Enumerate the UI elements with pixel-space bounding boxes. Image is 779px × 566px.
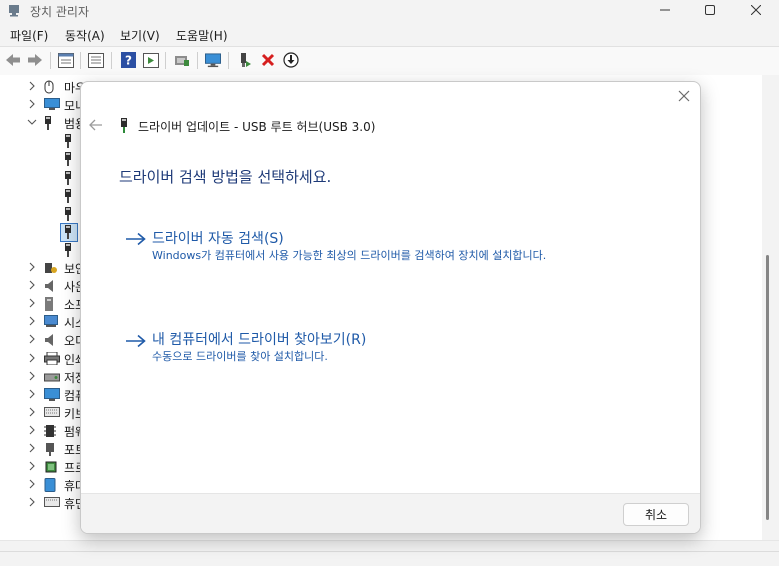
dialog-footer: 취소 bbox=[81, 493, 700, 533]
device-manager-app-icon bbox=[8, 4, 20, 17]
chevron-right-icon[interactable] bbox=[27, 352, 37, 364]
chevron-right-icon[interactable] bbox=[27, 370, 37, 382]
port-icon bbox=[44, 442, 58, 456]
list-view-icon[interactable] bbox=[88, 52, 104, 68]
arrow-right-icon bbox=[125, 334, 147, 348]
hid-icon bbox=[44, 496, 60, 510]
enable-device-icon[interactable] bbox=[237, 52, 253, 68]
usb-icon bbox=[64, 224, 74, 239]
close-icon bbox=[678, 90, 690, 102]
chevron-right-icon[interactable] bbox=[27, 333, 37, 345]
close-window-button[interactable] bbox=[733, 0, 779, 20]
chevron-right-icon[interactable] bbox=[27, 297, 37, 309]
storage-icon bbox=[44, 370, 60, 384]
help-icon[interactable]: ? bbox=[120, 52, 136, 68]
system-icon bbox=[44, 315, 58, 329]
menu-view[interactable]: 보기(V) bbox=[120, 27, 160, 44]
title-bar: 장치 관리자 bbox=[0, 0, 779, 22]
usb-icon bbox=[64, 134, 74, 149]
chevron-right-icon[interactable] bbox=[27, 261, 37, 273]
scan-hardware-icon[interactable] bbox=[174, 52, 190, 68]
forward-icon[interactable] bbox=[27, 52, 43, 68]
audio-icon bbox=[44, 333, 58, 347]
option-auto-search-description: Windows가 컴퓨터에서 사용 가능한 최상의 드라이버를 검색하여 장치에… bbox=[152, 249, 547, 262]
usb-icon bbox=[64, 188, 74, 203]
keyboard-icon bbox=[44, 406, 60, 420]
portable-icon bbox=[44, 478, 58, 493]
scrollbar-thumb[interactable] bbox=[766, 255, 769, 520]
usb-icon bbox=[64, 152, 74, 167]
chevron-right-icon[interactable] bbox=[27, 460, 37, 472]
properties-icon[interactable] bbox=[58, 52, 74, 68]
option-browse-description: 수동으로 드라이버를 찾아 설치합니다. bbox=[152, 350, 328, 363]
menu-action[interactable]: 동작(A) bbox=[65, 27, 105, 44]
chevron-right-icon[interactable] bbox=[27, 442, 37, 454]
toolbar-separator bbox=[50, 52, 51, 69]
usb-icon bbox=[64, 206, 74, 221]
usb-icon bbox=[44, 116, 58, 131]
chevron-right-icon[interactable] bbox=[27, 424, 37, 436]
maximize-button[interactable] bbox=[687, 0, 733, 20]
monitor-icon bbox=[44, 98, 60, 112]
software-icon bbox=[44, 297, 58, 312]
back-icon[interactable] bbox=[5, 52, 21, 68]
minimize-icon bbox=[660, 9, 670, 11]
chevron-right-icon[interactable] bbox=[27, 496, 37, 508]
toolbar-separator bbox=[111, 52, 112, 69]
menu-bar: 파일(F) 동작(A) 보기(V) 도움말(H) bbox=[0, 24, 779, 44]
dialog-back-button[interactable] bbox=[89, 118, 103, 132]
chevron-right-icon[interactable] bbox=[27, 388, 37, 400]
run-icon[interactable] bbox=[143, 52, 159, 68]
menu-help[interactable]: 도움말(H) bbox=[176, 27, 228, 44]
option-auto-search-title[interactable]: 드라이버 자동 검색(S) bbox=[152, 228, 284, 248]
chevron-right-icon[interactable] bbox=[27, 315, 37, 327]
chevron-down-icon[interactable] bbox=[27, 116, 37, 128]
chevron-right-icon[interactable] bbox=[27, 80, 37, 92]
minimize-button[interactable] bbox=[642, 0, 688, 20]
update-driver-dialog: 드라이버 업데이트 - USB 루트 허브(USB 3.0) 드라이버 검색 방… bbox=[80, 81, 701, 534]
chevron-right-icon[interactable] bbox=[27, 478, 37, 490]
toolbar-separator bbox=[165, 52, 166, 69]
usb-icon bbox=[64, 242, 74, 257]
cancel-button[interactable]: 취소 bbox=[623, 503, 689, 526]
toolbar-separator bbox=[228, 52, 229, 69]
dialog-title: 드라이버 업데이트 - USB 루트 허브(USB 3.0) bbox=[138, 120, 376, 134]
toolbar-separator bbox=[197, 52, 198, 69]
maximize-icon bbox=[705, 5, 715, 15]
chevron-right-icon[interactable] bbox=[27, 406, 37, 418]
firmware-icon bbox=[44, 424, 58, 438]
back-arrow-icon bbox=[89, 119, 102, 131]
usb-device-icon bbox=[120, 118, 128, 133]
chevron-right-icon[interactable] bbox=[27, 98, 37, 110]
usb-icon bbox=[64, 170, 74, 185]
toolbar-separator bbox=[80, 52, 81, 69]
computer-icon bbox=[44, 387, 60, 402]
chevron-right-icon[interactable] bbox=[27, 279, 37, 291]
processor-icon bbox=[44, 460, 58, 474]
security-icon bbox=[44, 261, 58, 275]
vertical-scrollbar[interactable] bbox=[762, 75, 779, 540]
arrow-right-icon bbox=[125, 232, 147, 246]
toolbar: ? bbox=[0, 46, 779, 76]
status-bar bbox=[0, 551, 779, 566]
window-title: 장치 관리자 bbox=[30, 5, 90, 19]
update-driver-icon[interactable] bbox=[283, 52, 299, 68]
uninstall-icon[interactable] bbox=[260, 52, 276, 68]
close-icon bbox=[751, 5, 761, 15]
dialog-heading: 드라이버 검색 방법을 선택하세요. bbox=[119, 168, 332, 186]
option-browse-title[interactable]: 내 컴퓨터에서 드라이버 찾아보기(R) bbox=[152, 329, 366, 349]
menu-file[interactable]: 파일(F) bbox=[10, 27, 48, 44]
mouse-icon bbox=[44, 80, 58, 94]
dialog-close-button[interactable] bbox=[677, 89, 691, 103]
printer-icon bbox=[44, 351, 60, 366]
svg-text:?: ? bbox=[125, 54, 132, 68]
speaker-icon bbox=[44, 279, 58, 293]
monitor-icon[interactable] bbox=[205, 52, 221, 68]
